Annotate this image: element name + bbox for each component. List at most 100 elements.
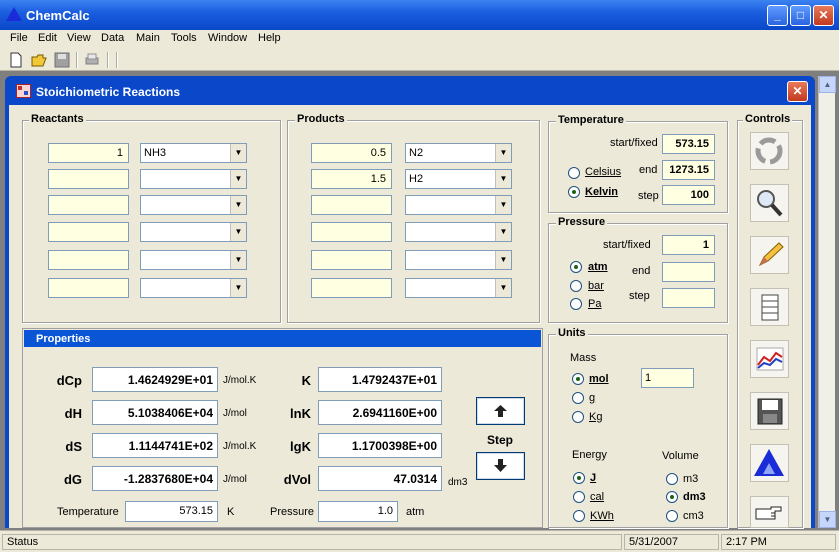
reactants-species-select[interactable]: ▼ (140, 195, 247, 215)
reactants-species-select[interactable]: ▼ (140, 250, 247, 270)
kelvin-radio[interactable] (568, 186, 580, 198)
products-qty-input[interactable]: 1.5 (311, 169, 392, 189)
menu-tools[interactable]: Tools (171, 32, 197, 44)
dm3-label[interactable]: dm3 (683, 491, 706, 503)
menu-window[interactable]: Window (208, 32, 247, 44)
chevron-down-icon[interactable]: ▼ (495, 251, 511, 269)
pressure-step-input[interactable] (662, 288, 715, 308)
menu-file[interactable]: File (10, 32, 28, 44)
cal-radio[interactable] (573, 491, 585, 503)
save-icon[interactable] (54, 52, 70, 68)
menu-main[interactable]: Main (136, 32, 160, 44)
reactants-qty-input[interactable] (48, 195, 129, 215)
products-qty-input[interactable] (311, 195, 392, 215)
chevron-down-icon[interactable]: ▼ (230, 144, 246, 162)
mass-value-input[interactable]: 1 (641, 368, 694, 388)
maximize-button[interactable]: □ (790, 5, 811, 26)
menu-edit[interactable]: Edit (38, 32, 57, 44)
pa-radio[interactable] (570, 298, 582, 310)
g-label[interactable]: g (589, 392, 595, 404)
step-up-button[interactable] (476, 397, 525, 425)
reactants-qty-input[interactable] (48, 222, 129, 242)
celsius-radio[interactable] (568, 167, 580, 179)
step-down-button[interactable] (476, 452, 525, 480)
bar-label[interactable]: bar (588, 280, 604, 292)
g-radio[interactable] (572, 392, 584, 404)
window-close-button[interactable]: ✕ (787, 81, 808, 102)
products-species-select[interactable]: ▼ (405, 195, 512, 215)
minimize-button[interactable]: _ (767, 5, 788, 26)
print-icon[interactable] (84, 52, 100, 68)
search-button[interactable] (750, 184, 789, 222)
atm-label[interactable]: atm (588, 261, 608, 273)
dm3-radio[interactable] (666, 491, 678, 503)
menu-data[interactable]: Data (101, 32, 124, 44)
products-qty-input[interactable] (311, 250, 392, 270)
cm3-label[interactable]: cm3 (683, 510, 704, 522)
products-species-select[interactable]: H2 ▼ (405, 169, 512, 189)
scroll-down-icon[interactable]: ▼ (819, 511, 836, 528)
products-qty-input[interactable]: 0.5 (311, 143, 392, 163)
scroll-up-icon[interactable]: ▲ (819, 76, 836, 93)
reactants-species-select[interactable]: NH3 ▼ (140, 143, 247, 163)
reactants-qty-input[interactable] (48, 169, 129, 189)
chevron-down-icon[interactable]: ▼ (495, 144, 511, 162)
m3-radio[interactable] (666, 473, 678, 485)
chevron-down-icon[interactable]: ▼ (230, 223, 246, 241)
j-radio[interactable] (573, 472, 585, 484)
menu-view[interactable]: View (67, 32, 91, 44)
chevron-down-icon[interactable]: ▼ (230, 170, 246, 188)
kelvin-label[interactable]: Kelvin (585, 186, 618, 198)
reactants-species-select[interactable]: ▼ (140, 278, 247, 298)
mol-radio[interactable] (572, 373, 584, 385)
celsius-label[interactable]: Celsius (585, 166, 621, 178)
vertical-scrollbar[interactable]: ▲ ▼ (818, 76, 836, 528)
products-qty-input[interactable] (311, 278, 392, 298)
save-data-button[interactable] (750, 392, 789, 430)
reactants-qty-input[interactable] (48, 250, 129, 270)
m3-label[interactable]: m3 (683, 473, 698, 485)
products-species-select[interactable]: ▼ (405, 222, 512, 242)
chevron-down-icon[interactable]: ▼ (495, 223, 511, 241)
edit-button[interactable] (750, 236, 789, 274)
pressure-end-input[interactable] (662, 262, 715, 282)
recycle-button[interactable] (750, 132, 789, 170)
open-folder-icon[interactable] (31, 52, 47, 68)
chevron-down-icon[interactable]: ▼ (495, 279, 511, 297)
products-species-select[interactable]: ▼ (405, 278, 512, 298)
products-species-select[interactable]: N2 ▼ (405, 143, 512, 163)
about-button[interactable] (750, 444, 789, 482)
pa-label[interactable]: Pa (588, 298, 601, 310)
chevron-down-icon[interactable]: ▼ (230, 251, 246, 269)
chevron-down-icon[interactable]: ▼ (230, 196, 246, 214)
temperature-step-input[interactable]: 100 (662, 185, 715, 205)
report-button[interactable] (750, 288, 789, 326)
chart-button[interactable] (750, 340, 789, 378)
products-species-select[interactable]: ▼ (405, 250, 512, 270)
chevron-down-icon[interactable]: ▼ (495, 196, 511, 214)
reactants-species-select[interactable]: ▼ (140, 222, 247, 242)
chevron-down-icon[interactable]: ▼ (230, 279, 246, 297)
atm-radio[interactable] (570, 261, 582, 273)
kwh-radio[interactable] (573, 510, 585, 522)
reactants-qty-input[interactable]: 1 (48, 143, 129, 163)
reactants-species-select[interactable]: ▼ (140, 169, 247, 189)
reactants-qty-input[interactable] (48, 278, 129, 298)
bar-radio[interactable] (570, 280, 582, 292)
cm3-radio[interactable] (666, 510, 678, 522)
new-file-icon[interactable] (8, 52, 24, 68)
mol-label[interactable]: mol (589, 373, 609, 385)
chevron-down-icon[interactable]: ▼ (495, 170, 511, 188)
close-button[interactable]: ✕ (813, 5, 834, 26)
kg-label[interactable]: Kg (589, 411, 602, 423)
temperature-end-input[interactable]: 1273.15 (662, 160, 715, 180)
cal-label[interactable]: cal (590, 491, 604, 503)
temperature-start-input[interactable]: 573.15 (662, 134, 715, 154)
kwh-label[interactable]: KWh (590, 510, 614, 522)
kg-radio[interactable] (572, 411, 584, 423)
products-qty-input[interactable] (311, 222, 392, 242)
j-label[interactable]: J (590, 472, 596, 484)
pointer-button[interactable] (750, 496, 789, 528)
pressure-start-input[interactable]: 1 (662, 235, 715, 255)
menu-help[interactable]: Help (258, 32, 281, 44)
